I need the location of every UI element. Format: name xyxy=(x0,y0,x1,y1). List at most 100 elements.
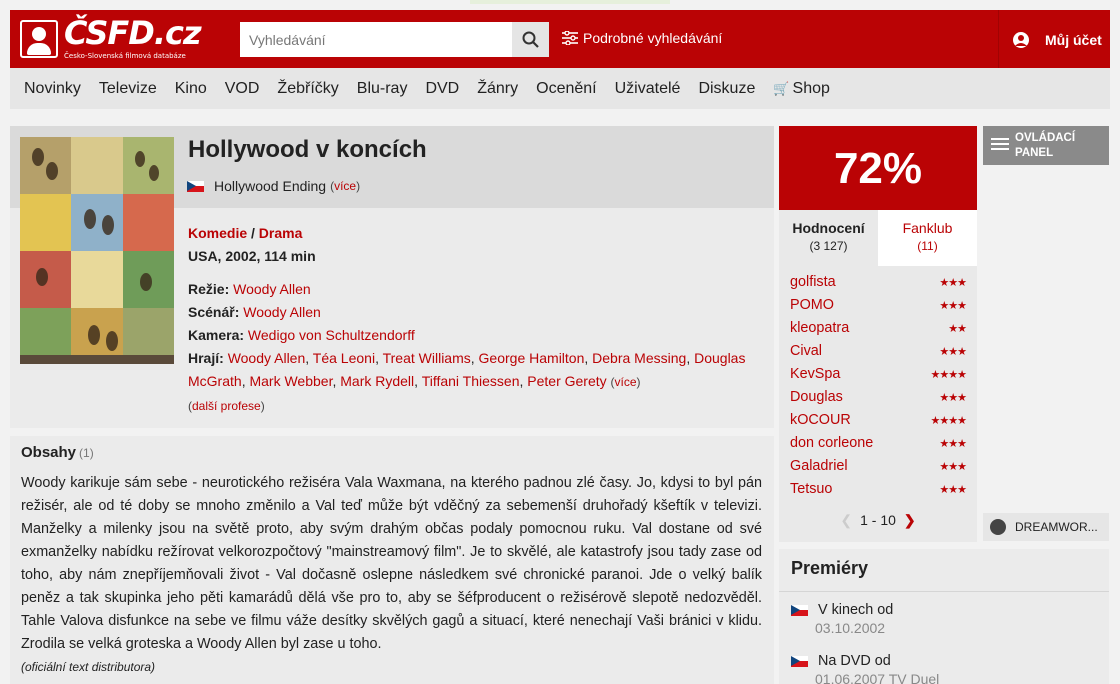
czech-flag-icon xyxy=(791,604,808,616)
czech-flag-icon xyxy=(187,180,204,192)
stars-icon: ★★★★ xyxy=(930,369,967,381)
film-title: Hollywood v koncích xyxy=(188,136,427,163)
search-button[interactable] xyxy=(512,22,549,57)
main-nav: Novinky Televize Kino VOD Žebříčky Blu-r… xyxy=(10,68,1110,109)
film-box: Hollywood v koncích Hollywood Ending (ví… xyxy=(10,126,774,428)
search-box xyxy=(240,22,549,57)
cast-more-link[interactable]: (více) xyxy=(611,375,641,389)
premiere-date: 03.10.2002 xyxy=(815,620,886,636)
user-rating-row: kOCOUR ★★★★ xyxy=(790,412,967,435)
user-rating-row: Tetsuo ★★★ xyxy=(790,481,967,504)
search-input[interactable] xyxy=(240,22,512,57)
premiere-row: V kinech od 03.10.2002 xyxy=(791,602,893,636)
user-link[interactable]: Cival xyxy=(790,343,822,359)
actor-link[interactable]: Téa Leoni xyxy=(313,350,375,366)
nav-item-vod[interactable]: VOD xyxy=(225,80,260,98)
more-professions-link[interactable]: další profese xyxy=(192,399,261,413)
vod-provider-badge[interactable]: DREAMWOR... xyxy=(983,513,1109,541)
account-label: Můj účet xyxy=(1045,32,1102,48)
screenplay-row: Scénář: Woody Allen xyxy=(188,304,321,320)
actor-link[interactable]: George Hamilton xyxy=(479,350,585,366)
chevron-left-icon[interactable]: ❮ xyxy=(840,512,852,528)
premiere-row: Na DVD od 01.06.2007 TV Duel xyxy=(791,653,939,684)
stars-icon: ★★★ xyxy=(939,277,967,289)
genre-link-comedy[interactable]: Komedie xyxy=(188,225,247,241)
genre-link-drama[interactable]: Drama xyxy=(259,225,303,241)
rating-panel: 72% Hodnocení (3 127) Fanklub (11) golfi… xyxy=(779,126,977,542)
user-link[interactable]: kleopatra xyxy=(790,320,849,336)
nav-item-dvd[interactable]: DVD xyxy=(425,80,459,98)
stars-icon: ★★★★ xyxy=(930,415,967,427)
directing-row: Režie: Woody Allen xyxy=(188,281,311,297)
user-rating-row: Galadriel ★★★ xyxy=(790,458,967,481)
nav-item-shop[interactable]: 🛒 Shop xyxy=(773,80,830,98)
user-link[interactable]: Galadriel xyxy=(790,458,848,474)
logo-text: ČSFD.cz xyxy=(64,14,202,52)
creators: Režie: Woody Allen Scénář: Woody Allen K… xyxy=(188,278,758,418)
genres: Komedie / Drama xyxy=(188,225,303,241)
plot-source: (oficiální text distributora) xyxy=(21,660,156,674)
pager-range: 1 - 10 xyxy=(860,512,896,528)
user-rating-row: Cival ★★★ xyxy=(790,343,967,366)
premieres-box: Premiéry V kinech od 03.10.2002 Na DVD o… xyxy=(779,549,1109,684)
user-icon xyxy=(1013,32,1029,48)
top-highlight xyxy=(470,0,670,4)
vod-provider-label: DREAMWOR... xyxy=(1015,520,1098,534)
nav-item-kino[interactable]: Kino xyxy=(175,80,207,98)
user-link[interactable]: don corleone xyxy=(790,435,873,451)
actor-link[interactable]: Peter Gerety xyxy=(527,373,606,389)
user-rating-row: KevSpa ★★★★ xyxy=(790,366,967,389)
nav-item-novinky[interactable]: Novinky xyxy=(24,80,81,98)
actor-link[interactable]: Treat Williams xyxy=(383,350,471,366)
actor-link[interactable]: Mark Rydell xyxy=(340,373,414,389)
user-rating-row: golfista ★★★ xyxy=(790,274,967,297)
control-panel-button[interactable]: OVLÁDACÍ PANEL xyxy=(983,126,1109,165)
site-logo[interactable]: ČSFD.cz Česko-Slovenská filmová databáze xyxy=(20,14,205,62)
nav-item-televize[interactable]: Televize xyxy=(99,80,157,98)
user-link[interactable]: Douglas xyxy=(790,389,843,405)
plot-heading: Obsahy (1) xyxy=(21,444,94,461)
advanced-search-label: Podrobné vyhledávání xyxy=(583,30,723,46)
film-poster[interactable] xyxy=(20,137,174,364)
chevron-right-icon[interactable]: ❯ xyxy=(904,512,916,528)
user-rating-row: kleopatra ★★ xyxy=(790,320,967,343)
nav-item-zanry[interactable]: Žánry xyxy=(477,80,518,98)
more-professions-row: (další profese) xyxy=(188,399,265,413)
account-button[interactable]: Můj účet xyxy=(998,10,1110,68)
camera-link[interactable]: Wedigo von Schultzendorff xyxy=(248,327,415,343)
cart-icon: 🛒 xyxy=(773,80,790,96)
poster-art xyxy=(20,137,174,364)
globe-icon xyxy=(990,519,1006,535)
user-ratings-list: golfista ★★★ POMO ★★★ kleopatra ★★ Cival ★★★… xyxy=(790,274,967,504)
actor-link[interactable]: Woody Allen xyxy=(228,350,306,366)
premieres-heading: Premiéry xyxy=(791,558,869,578)
actor-link[interactable]: Tiffani Thiessen xyxy=(422,373,520,389)
user-link[interactable]: KevSpa xyxy=(790,366,840,382)
user-link[interactable]: Tetsuo xyxy=(790,481,832,497)
director-link[interactable]: Woody Allen xyxy=(233,281,311,297)
plot-count: (1) xyxy=(79,446,94,460)
advanced-search-link[interactable]: Podrobné vyhledávání xyxy=(562,30,722,46)
stars-icon: ★★★ xyxy=(939,300,967,312)
rating-tabs: Hodnocení (3 127) Fanklub (11) xyxy=(779,210,977,266)
plot-text: Woody karikuje sám sebe - neurotického r… xyxy=(21,475,762,674)
nav-item-zebricky[interactable]: Žebříčky xyxy=(277,80,338,98)
tab-ratings[interactable]: Hodnocení (3 127) xyxy=(779,210,878,266)
screenplay-link[interactable]: Woody Allen xyxy=(243,304,321,320)
stars-icon: ★★★ xyxy=(939,392,967,404)
user-link[interactable]: golfista xyxy=(790,274,836,290)
stars-icon: ★★ xyxy=(948,323,967,335)
original-title-more-link[interactable]: (více) xyxy=(330,179,360,193)
nav-item-oceneni[interactable]: Ocenění xyxy=(536,80,596,98)
nav-item-uzivatele[interactable]: Uživatelé xyxy=(615,80,681,98)
actor-link[interactable]: Debra Messing xyxy=(592,350,686,366)
user-link[interactable]: POMO xyxy=(790,297,834,313)
nav-item-bluray[interactable]: Blu-ray xyxy=(357,80,408,98)
sliders-icon xyxy=(562,31,578,45)
premiere-date: 01.06.2007 TV Duel xyxy=(815,671,940,684)
tab-fanclub[interactable]: Fanklub (11) xyxy=(878,210,977,266)
nav-item-diskuze[interactable]: Diskuze xyxy=(698,80,755,98)
user-link[interactable]: kOCOUR xyxy=(790,412,851,428)
actor-link[interactable]: Mark Webber xyxy=(249,373,332,389)
czech-flag-icon xyxy=(791,655,808,667)
